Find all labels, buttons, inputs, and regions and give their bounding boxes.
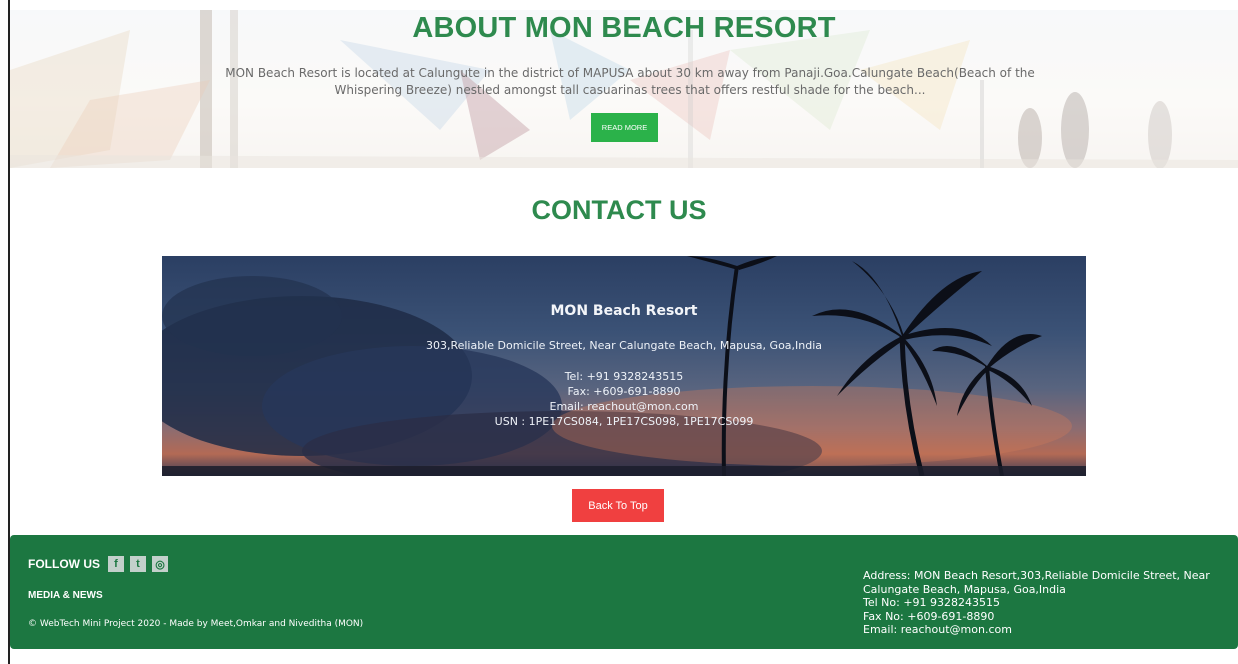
footer-address: Address: MON Beach Resort,303,Reliable D… [863, 569, 1223, 637]
resort-name: MON Beach Resort [550, 303, 698, 319]
resort-fax: Fax: +609-691-8890 [567, 385, 681, 398]
about-title: ABOUT MON BEACH RESORT [412, 12, 836, 44]
instagram-icon[interactable]: ◎ [152, 556, 168, 572]
facebook-icon[interactable]: f [108, 556, 124, 572]
footer-address-line: Calungate Beach, Mapusa, Goa,India [863, 582, 1066, 596]
contact-card: MON Beach Resort 303,Reliable Domicile S… [162, 256, 1086, 476]
site-footer: FOLLOW US f t ◎ MEDIA & NEWS © WebTech M… [10, 535, 1238, 649]
twitter-icon[interactable]: t [130, 556, 146, 572]
follow-us-label: FOLLOW US [28, 557, 100, 571]
footer-email: Email: reachout@mon.com [863, 623, 1012, 636]
footer-address-line: Address: MON Beach Resort,303,Reliable D… [863, 569, 1210, 582]
media-news-link[interactable]: MEDIA & NEWS [28, 590, 103, 601]
contact-title: CONTACT US [531, 195, 707, 225]
resort-email: Email: reachout@mon.com [549, 400, 699, 413]
copyright-text: © WebTech Mini Project 2020 - Made by Me… [28, 619, 364, 629]
about-description: MON Beach Resort is located at Calungute… [225, 66, 1035, 97]
about-section: ABOUT MON BEACH RESORT MON Beach Resort … [10, 10, 1238, 168]
read-more-button[interactable]: READ MORE [591, 113, 658, 142]
follow-us: FOLLOW US f t ◎ [28, 556, 174, 572]
back-to-top-button[interactable]: Back To Top [572, 489, 664, 522]
footer-fax: Fax No: +609-691-8890 [863, 609, 995, 623]
sunset-palm-background-image [162, 256, 1086, 476]
resort-usn: USN : 1PE17CS084, 1PE17CS098, 1PE17CS099 [494, 415, 754, 428]
resort-address: 303,Reliable Domicile Street, Near Calun… [425, 339, 823, 352]
footer-tel: Tel No: +91 9328243515 [863, 596, 1001, 609]
resort-tel: Tel: +91 9328243515 [564, 370, 684, 383]
